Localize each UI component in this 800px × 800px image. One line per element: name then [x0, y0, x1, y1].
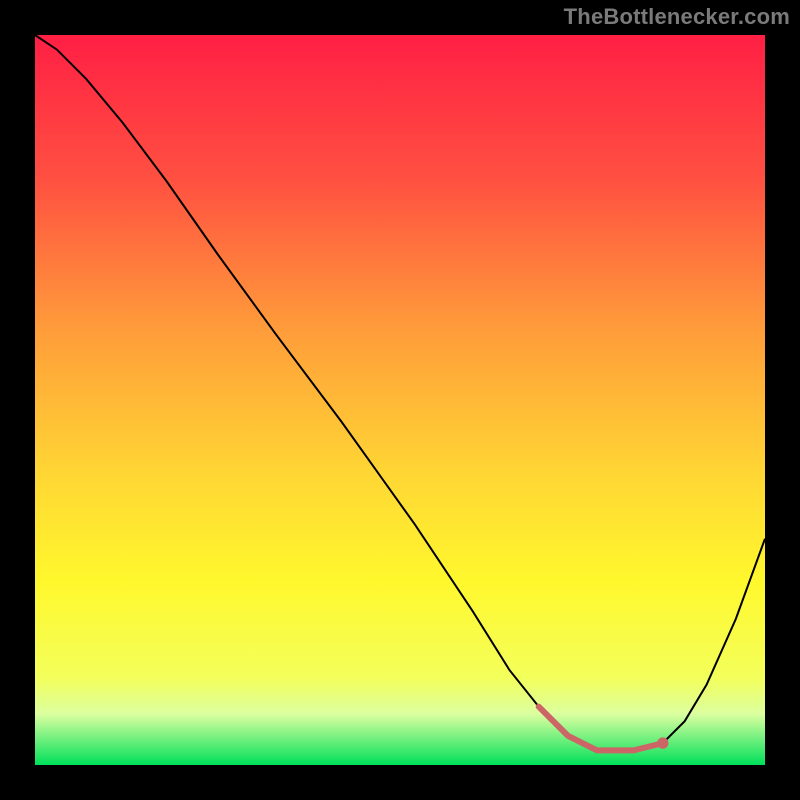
- plot-area: [35, 35, 765, 765]
- gradient-background: [35, 35, 765, 765]
- highlight-dot: [657, 737, 668, 748]
- chart-container: TheBottlenecker.com: [0, 0, 800, 800]
- watermark-text: TheBottlenecker.com: [564, 4, 790, 30]
- chart-svg: [35, 35, 765, 765]
